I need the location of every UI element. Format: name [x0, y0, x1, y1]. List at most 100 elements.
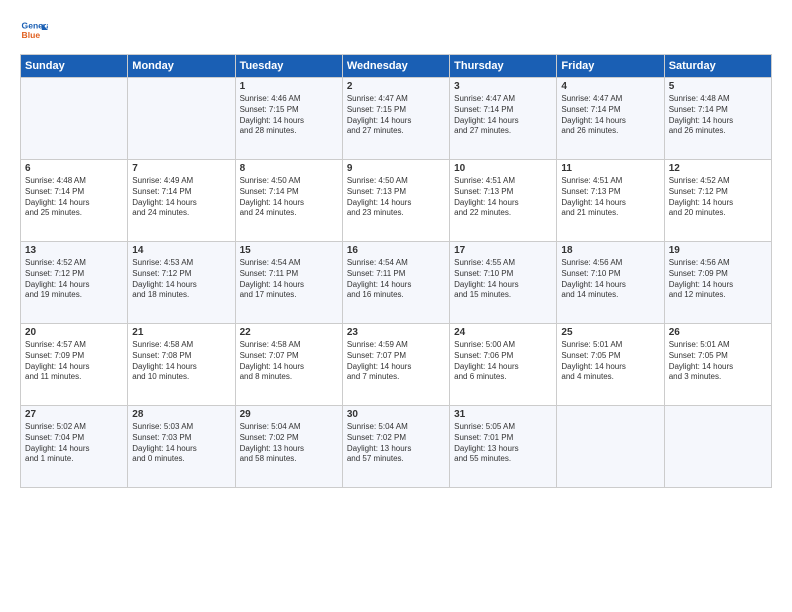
- day-detail: Sunrise: 5:04 AM Sunset: 7:02 PM Dayligh…: [347, 422, 445, 465]
- week-row-5: 27 Sunrise: 5:02 AM Sunset: 7:04 PM Dayli…: [21, 406, 772, 488]
- page: General Blue SundayMondayTuesdayWednesda…: [0, 0, 792, 612]
- calendar-cell: 19 Sunrise: 4:56 AM Sunset: 7:09 PM Dayli…: [664, 242, 771, 324]
- day-detail: Sunrise: 4:47 AM Sunset: 7:14 PM Dayligh…: [454, 94, 552, 137]
- calendar-table: SundayMondayTuesdayWednesdayThursdayFrid…: [20, 54, 772, 488]
- day-detail: Sunrise: 4:49 AM Sunset: 7:14 PM Dayligh…: [132, 176, 230, 219]
- day-detail: Sunrise: 4:54 AM Sunset: 7:11 PM Dayligh…: [347, 258, 445, 301]
- calendar-cell: 24 Sunrise: 5:00 AM Sunset: 7:06 PM Dayli…: [450, 324, 557, 406]
- day-detail: Sunrise: 4:52 AM Sunset: 7:12 PM Dayligh…: [25, 258, 123, 301]
- day-number: 17: [454, 245, 552, 256]
- calendar-cell: 6 Sunrise: 4:48 AM Sunset: 7:14 PM Daylig…: [21, 160, 128, 242]
- calendar-cell: 31 Sunrise: 5:05 AM Sunset: 7:01 PM Dayli…: [450, 406, 557, 488]
- day-number: 2: [347, 81, 445, 92]
- day-detail: Sunrise: 4:50 AM Sunset: 7:14 PM Dayligh…: [240, 176, 338, 219]
- calendar-cell: 14Sunrise: 4:53 AM Sunset: 7:12 PM Dayli…: [128, 242, 235, 324]
- day-detail: Sunrise: 5:03 AM Sunset: 7:03 PM Dayligh…: [132, 422, 230, 465]
- calendar-cell: 8Sunrise: 4:50 AM Sunset: 7:14 PM Daylig…: [235, 160, 342, 242]
- calendar-cell: 27 Sunrise: 5:02 AM Sunset: 7:04 PM Dayli…: [21, 406, 128, 488]
- calendar-cell: 7 Sunrise: 4:49 AM Sunset: 7:14 PM Daylig…: [128, 160, 235, 242]
- day-number: 22: [240, 327, 338, 338]
- calendar-cell: 20Sunrise: 4:57 AM Sunset: 7:09 PM Dayli…: [21, 324, 128, 406]
- calendar-cell: 26 Sunrise: 5:01 AM Sunset: 7:05 PM Dayli…: [664, 324, 771, 406]
- week-row-2: 6 Sunrise: 4:48 AM Sunset: 7:14 PM Daylig…: [21, 160, 772, 242]
- day-detail: Sunrise: 4:54 AM Sunset: 7:11 PM Dayligh…: [240, 258, 338, 301]
- calendar-cell: 30 Sunrise: 5:04 AM Sunset: 7:02 PM Dayli…: [342, 406, 449, 488]
- day-detail: Sunrise: 4:47 AM Sunset: 7:14 PM Dayligh…: [561, 94, 659, 137]
- day-detail: Sunrise: 4:47 AM Sunset: 7:15 PM Dayligh…: [347, 94, 445, 137]
- calendar-cell: 3 Sunrise: 4:47 AM Sunset: 7:14 PM Daylig…: [450, 78, 557, 160]
- calendar-cell: 16 Sunrise: 4:54 AM Sunset: 7:11 PM Dayli…: [342, 242, 449, 324]
- day-detail: Sunrise: 5:01 AM Sunset: 7:05 PM Dayligh…: [561, 340, 659, 383]
- day-number: 7: [132, 163, 230, 174]
- day-number: 31: [454, 409, 552, 420]
- day-detail: Sunrise: 5:04 AM Sunset: 7:02 PM Dayligh…: [240, 422, 338, 465]
- calendar-cell: 21Sunrise: 4:58 AM Sunset: 7:08 PM Dayli…: [128, 324, 235, 406]
- day-detail: Sunrise: 5:00 AM Sunset: 7:06 PM Dayligh…: [454, 340, 552, 383]
- day-number: 24: [454, 327, 552, 338]
- calendar-cell: 11Sunrise: 4:51 AM Sunset: 7:13 PM Dayli…: [557, 160, 664, 242]
- weekday-header-tuesday: Tuesday: [235, 55, 342, 78]
- day-number: 30: [347, 409, 445, 420]
- weekday-header-thursday: Thursday: [450, 55, 557, 78]
- day-detail: Sunrise: 5:01 AM Sunset: 7:05 PM Dayligh…: [669, 340, 767, 383]
- calendar-cell: 22 Sunrise: 4:58 AM Sunset: 7:07 PM Dayli…: [235, 324, 342, 406]
- day-number: 12: [669, 163, 767, 174]
- day-detail: Sunrise: 4:46 AM Sunset: 7:15 PM Dayligh…: [240, 94, 338, 137]
- week-row-4: 20Sunrise: 4:57 AM Sunset: 7:09 PM Dayli…: [21, 324, 772, 406]
- day-detail: Sunrise: 5:02 AM Sunset: 7:04 PM Dayligh…: [25, 422, 123, 465]
- svg-text:Blue: Blue: [22, 30, 41, 40]
- weekday-header-friday: Friday: [557, 55, 664, 78]
- day-detail: Sunrise: 4:48 AM Sunset: 7:14 PM Dayligh…: [669, 94, 767, 137]
- day-detail: Sunrise: 4:56 AM Sunset: 7:09 PM Dayligh…: [669, 258, 767, 301]
- day-detail: Sunrise: 5:05 AM Sunset: 7:01 PM Dayligh…: [454, 422, 552, 465]
- day-detail: Sunrise: 4:50 AM Sunset: 7:13 PM Dayligh…: [347, 176, 445, 219]
- day-number: 16: [347, 245, 445, 256]
- week-row-1: 1Sunrise: 4:46 AM Sunset: 7:15 PM Daylig…: [21, 78, 772, 160]
- day-number: 9: [347, 163, 445, 174]
- day-number: 23: [347, 327, 445, 338]
- day-number: 4: [561, 81, 659, 92]
- calendar-cell: [664, 406, 771, 488]
- day-detail: Sunrise: 4:48 AM Sunset: 7:14 PM Dayligh…: [25, 176, 123, 219]
- day-number: 27: [25, 409, 123, 420]
- logo-icon: General Blue: [20, 16, 48, 44]
- calendar-cell: 25 Sunrise: 5:01 AM Sunset: 7:05 PM Dayli…: [557, 324, 664, 406]
- calendar-cell: 23Sunrise: 4:59 AM Sunset: 7:07 PM Dayli…: [342, 324, 449, 406]
- day-number: 26: [669, 327, 767, 338]
- day-number: 28: [132, 409, 230, 420]
- day-number: 13: [25, 245, 123, 256]
- day-number: 29: [240, 409, 338, 420]
- calendar-cell: [557, 406, 664, 488]
- day-detail: Sunrise: 4:57 AM Sunset: 7:09 PM Dayligh…: [25, 340, 123, 383]
- day-number: 3: [454, 81, 552, 92]
- calendar-cell: 29 Sunrise: 5:04 AM Sunset: 7:02 PM Dayli…: [235, 406, 342, 488]
- calendar-cell: 18 Sunrise: 4:56 AM Sunset: 7:10 PM Dayli…: [557, 242, 664, 324]
- calendar-cell: 15 Sunrise: 4:54 AM Sunset: 7:11 PM Dayli…: [235, 242, 342, 324]
- weekday-header-saturday: Saturday: [664, 55, 771, 78]
- day-detail: Sunrise: 4:53 AM Sunset: 7:12 PM Dayligh…: [132, 258, 230, 301]
- day-detail: Sunrise: 4:51 AM Sunset: 7:13 PM Dayligh…: [454, 176, 552, 219]
- day-detail: Sunrise: 4:55 AM Sunset: 7:10 PM Dayligh…: [454, 258, 552, 301]
- day-number: 19: [669, 245, 767, 256]
- week-row-3: 13 Sunrise: 4:52 AM Sunset: 7:12 PM Dayli…: [21, 242, 772, 324]
- calendar-cell: 13 Sunrise: 4:52 AM Sunset: 7:12 PM Dayli…: [21, 242, 128, 324]
- day-number: 11: [561, 163, 659, 174]
- day-number: 10: [454, 163, 552, 174]
- calendar-cell: 5Sunrise: 4:48 AM Sunset: 7:14 PM Daylig…: [664, 78, 771, 160]
- day-number: 21: [132, 327, 230, 338]
- logo: General Blue: [20, 16, 52, 44]
- calendar-cell: 12 Sunrise: 4:52 AM Sunset: 7:12 PM Dayli…: [664, 160, 771, 242]
- calendar-cell: 1Sunrise: 4:46 AM Sunset: 7:15 PM Daylig…: [235, 78, 342, 160]
- weekday-header-monday: Monday: [128, 55, 235, 78]
- day-number: 6: [25, 163, 123, 174]
- weekday-header-row: SundayMondayTuesdayWednesdayThursdayFrid…: [21, 55, 772, 78]
- day-detail: Sunrise: 4:56 AM Sunset: 7:10 PM Dayligh…: [561, 258, 659, 301]
- day-number: 25: [561, 327, 659, 338]
- day-detail: Sunrise: 4:58 AM Sunset: 7:07 PM Dayligh…: [240, 340, 338, 383]
- calendar-cell: 4 Sunrise: 4:47 AM Sunset: 7:14 PM Daylig…: [557, 78, 664, 160]
- day-detail: Sunrise: 4:52 AM Sunset: 7:12 PM Dayligh…: [669, 176, 767, 219]
- weekday-header-sunday: Sunday: [21, 55, 128, 78]
- day-number: 15: [240, 245, 338, 256]
- day-number: 18: [561, 245, 659, 256]
- calendar-cell: 17 Sunrise: 4:55 AM Sunset: 7:10 PM Dayli…: [450, 242, 557, 324]
